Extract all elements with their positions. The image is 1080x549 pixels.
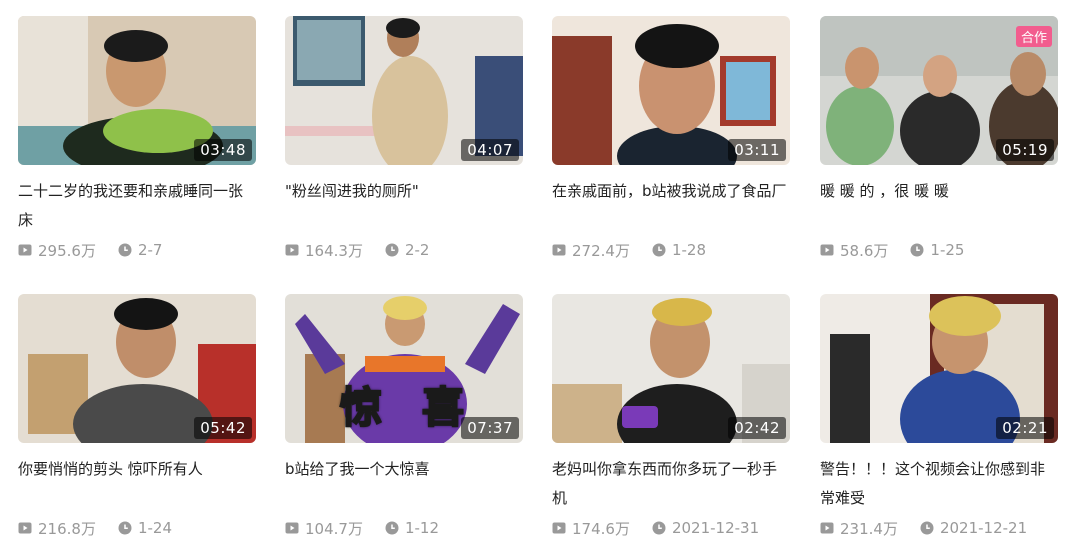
- video-thumbnail[interactable]: 04:07: [285, 16, 523, 165]
- publish-date: 1-28: [671, 241, 706, 259]
- video-title[interactable]: 老妈叫你拿东西而你多玩了一秒手机: [552, 455, 790, 513]
- publish-date: 1-24: [137, 519, 172, 537]
- video-title[interactable]: "粉丝闯进我的厕所": [285, 177, 523, 235]
- collab-badge: 合作: [1015, 26, 1052, 47]
- play-count-icon: [18, 244, 32, 256]
- duration-label: 03:11: [728, 139, 786, 161]
- video-meta: 295.6万 2-7: [18, 241, 256, 260]
- view-count: 231.4万: [840, 519, 898, 538]
- clock-icon: [118, 243, 132, 257]
- clock-icon: [910, 243, 924, 257]
- overlay-text-left: 惊: [339, 382, 383, 433]
- video-title[interactable]: 暖 暖 的 ，很 暖 暖: [820, 177, 1058, 235]
- play-count-icon: [285, 244, 299, 256]
- play-count-icon: [820, 244, 834, 256]
- play-count-icon: [820, 522, 834, 534]
- video-grid: 03:48 二十二岁的我还要和亲戚睡同一张床 295.6万 2-7 04:07 …: [0, 0, 1080, 549]
- video-card[interactable]: 02:21 警告！！！这个视频会让你感到非常难受 231.4万 2021-12-…: [820, 294, 1058, 538]
- overlay-text-right: 喜: [421, 382, 465, 433]
- duration-label: 03:48: [194, 139, 252, 161]
- view-count: 216.8万: [38, 519, 96, 538]
- video-card[interactable]: 02:42 老妈叫你拿东西而你多玩了一秒手机 174.6万 2021-12-31: [552, 294, 790, 538]
- clock-icon: [118, 521, 132, 535]
- video-meta: 231.4万 2021-12-21: [820, 519, 1058, 538]
- video-thumbnail[interactable]: 惊 喜 07:37: [285, 294, 523, 443]
- publish-date: 2-7: [137, 241, 163, 259]
- video-thumbnail[interactable]: 03:11: [552, 16, 790, 165]
- video-card[interactable]: 05:42 你要悄悄的剪头 惊吓所有人 216.8万 1-24: [18, 294, 256, 538]
- duration-label: 02:42: [728, 417, 786, 439]
- clock-icon: [385, 243, 399, 257]
- video-card[interactable]: 合作 05:19 暖 暖 的 ，很 暖 暖 58.6万 1-25: [820, 16, 1058, 260]
- view-count: 174.6万: [572, 519, 630, 538]
- video-title[interactable]: 警告！！！这个视频会让你感到非常难受: [820, 455, 1058, 513]
- play-count-icon: [285, 522, 299, 534]
- duration-label: 05:42: [194, 417, 252, 439]
- video-title[interactable]: 你要悄悄的剪头 惊吓所有人: [18, 455, 256, 513]
- clock-icon: [652, 243, 666, 257]
- video-meta: 58.6万 1-25: [820, 241, 1058, 260]
- video-thumbnail[interactable]: 合作 05:19: [820, 16, 1058, 165]
- video-card[interactable]: 03:48 二十二岁的我还要和亲戚睡同一张床 295.6万 2-7: [18, 16, 256, 260]
- publish-date: 2-2: [404, 241, 430, 259]
- video-meta: 174.6万 2021-12-31: [552, 519, 790, 538]
- publish-date: 2021-12-31: [671, 519, 760, 537]
- video-card[interactable]: 03:11 在亲戚面前，b站被我说成了食品厂 272.4万 1-28: [552, 16, 790, 260]
- view-count: 295.6万: [38, 241, 96, 260]
- video-title[interactable]: b站给了我一个大惊喜: [285, 455, 523, 513]
- video-meta: 104.7万 1-12: [285, 519, 523, 538]
- publish-date: 2021-12-21: [939, 519, 1028, 537]
- clock-icon: [652, 521, 666, 535]
- play-count-icon: [18, 522, 32, 534]
- video-meta: 216.8万 1-24: [18, 519, 256, 538]
- clock-icon: [385, 521, 399, 535]
- view-count: 58.6万: [840, 241, 889, 260]
- publish-date: 1-12: [404, 519, 439, 537]
- video-card[interactable]: 惊 喜 07:37 b站给了我一个大惊喜 104.7万 1-12: [285, 294, 523, 538]
- duration-label: 04:07: [461, 139, 519, 161]
- duration-label: 07:37: [461, 417, 519, 439]
- view-count: 164.3万: [305, 241, 363, 260]
- video-thumbnail[interactable]: 02:42: [552, 294, 790, 443]
- publish-date: 1-25: [930, 241, 965, 259]
- duration-label: 05:19: [996, 139, 1054, 161]
- video-thumbnail[interactable]: 02:21: [820, 294, 1058, 443]
- video-title[interactable]: 二十二岁的我还要和亲戚睡同一张床: [18, 177, 256, 235]
- duration-label: 02:21: [996, 417, 1054, 439]
- video-title[interactable]: 在亲戚面前，b站被我说成了食品厂: [552, 177, 790, 235]
- clock-icon: [920, 521, 934, 535]
- video-thumbnail[interactable]: 03:48: [18, 16, 256, 165]
- video-thumbnail[interactable]: 05:42: [18, 294, 256, 443]
- play-count-icon: [552, 522, 566, 534]
- video-card[interactable]: 04:07 "粉丝闯进我的厕所" 164.3万 2-2: [285, 16, 523, 260]
- view-count: 104.7万: [305, 519, 363, 538]
- video-meta: 272.4万 1-28: [552, 241, 790, 260]
- play-count-icon: [552, 244, 566, 256]
- video-meta: 164.3万 2-2: [285, 241, 523, 260]
- view-count: 272.4万: [572, 241, 630, 260]
